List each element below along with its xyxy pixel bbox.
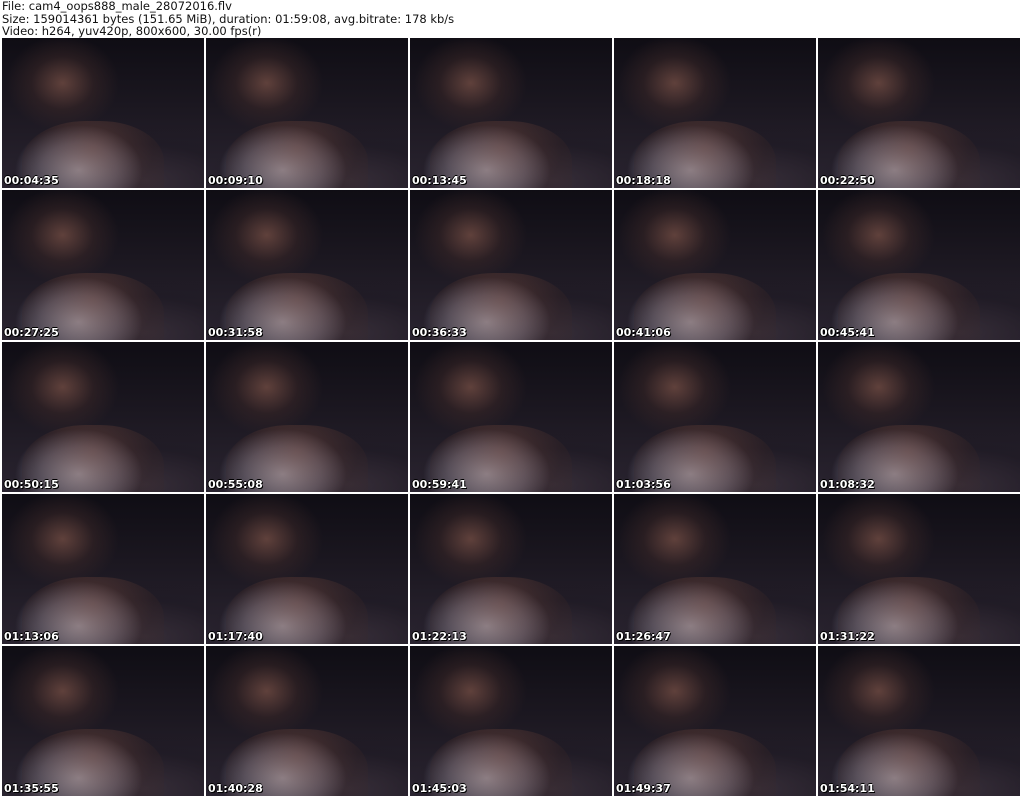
timestamp-label: 00:36:33 (412, 326, 467, 339)
timestamp-label: 00:50:15 (4, 478, 59, 491)
thumbnail: 00:04:35 (2, 38, 204, 188)
timestamp-label: 00:04:35 (4, 174, 59, 187)
timestamp-label: 00:09:10 (208, 174, 263, 187)
timestamp-label: 00:22:50 (820, 174, 875, 187)
timestamp-label: 01:45:03 (412, 782, 467, 795)
timestamp-label: 01:49:37 (616, 782, 671, 795)
thumbnail: 00:45:41 (818, 190, 1020, 340)
thumbnail: 00:36:33 (410, 190, 612, 340)
thumbnail: 00:18:18 (614, 38, 816, 188)
file-info-header: File: cam4_oops888_male_28072016.flv Siz… (2, 0, 1022, 38)
thumbnail: 00:13:45 (410, 38, 612, 188)
timestamp-label: 00:13:45 (412, 174, 467, 187)
timestamp-label: 00:45:41 (820, 326, 875, 339)
timestamp-label: 01:13:06 (4, 630, 59, 643)
thumbnail: 01:17:40 (206, 494, 408, 644)
thumbnail: 00:27:25 (2, 190, 204, 340)
thumbnail: 00:41:06 (614, 190, 816, 340)
thumbnail: 00:09:10 (206, 38, 408, 188)
thumbnail: 01:40:28 (206, 646, 408, 796)
thumbnail: 00:22:50 (818, 38, 1020, 188)
thumbnail: 00:50:15 (2, 342, 204, 492)
thumbnail: 00:31:58 (206, 190, 408, 340)
thumbnail: 01:54:11 (818, 646, 1020, 796)
timestamp-label: 00:27:25 (4, 326, 59, 339)
timestamp-label: 01:03:56 (616, 478, 671, 491)
thumbnail: 01:26:47 (614, 494, 816, 644)
video-info-line: Video: h264, yuv420p, 800x600, 30.00 fps… (2, 24, 262, 38)
timestamp-label: 01:40:28 (208, 782, 263, 795)
thumbnail: 01:49:37 (614, 646, 816, 796)
timestamp-label: 01:35:55 (4, 782, 59, 795)
thumbnail: 00:55:08 (206, 342, 408, 492)
thumbnail: 01:35:55 (2, 646, 204, 796)
timestamp-label: 00:18:18 (616, 174, 671, 187)
timestamp-label: 01:22:13 (412, 630, 467, 643)
thumbnail: 00:59:41 (410, 342, 612, 492)
thumbnail: 01:03:56 (614, 342, 816, 492)
timestamp-label: 01:54:11 (820, 782, 875, 795)
file-name-line: File: cam4_oops888_male_28072016.flv (2, 0, 232, 13)
thumbnail: 01:31:22 (818, 494, 1020, 644)
timestamp-label: 00:41:06 (616, 326, 671, 339)
thumbnail: 01:45:03 (410, 646, 612, 796)
thumbnail: 01:22:13 (410, 494, 612, 644)
timestamp-label: 01:26:47 (616, 630, 671, 643)
timestamp-label: 01:31:22 (820, 630, 875, 643)
timestamp-label: 01:17:40 (208, 630, 263, 643)
timestamp-label: 01:08:32 (820, 478, 875, 491)
timestamp-label: 00:59:41 (412, 478, 467, 491)
timestamp-label: 00:31:58 (208, 326, 263, 339)
timestamp-label: 00:55:08 (208, 478, 263, 491)
thumbnail: 01:13:06 (2, 494, 204, 644)
thumbnail: 01:08:32 (818, 342, 1020, 492)
thumbnail-grid: 00:04:35 00:09:10 00:13:45 00:18:18 00:2… (0, 38, 1024, 799)
